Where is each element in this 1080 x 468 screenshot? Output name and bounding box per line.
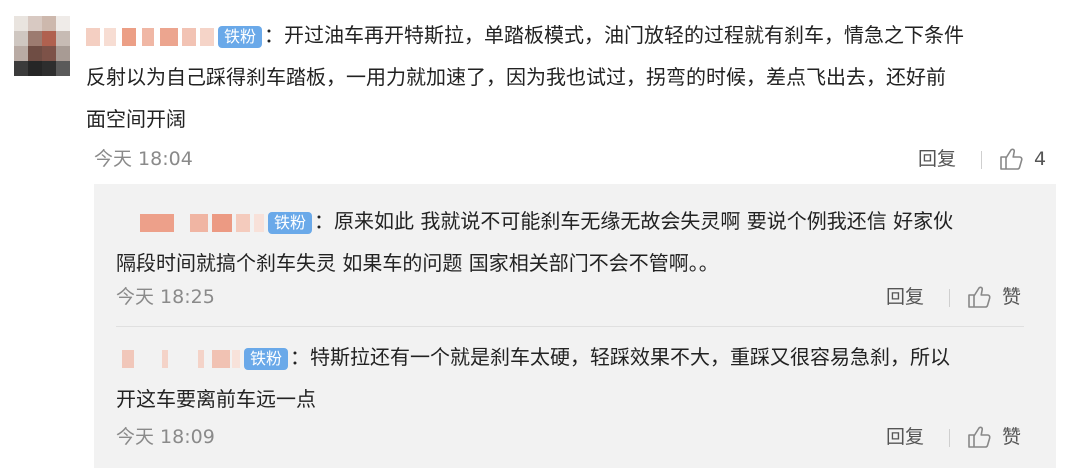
reply-meta: 今天 18:09 回复 赞 xyxy=(116,422,1036,452)
reply-meta: 今天 18:25 回复 赞 xyxy=(116,282,1036,312)
thumbs-up-icon[interactable] xyxy=(966,424,992,450)
reply-text: ：原来如此 我就说不可能刹车无缘无故会失灵啊 要说个例我还信 好家伙 xyxy=(314,209,954,233)
reply-item: 铁粉 ：原来如此 我就说不可能刹车无缘无故会失灵啊 要说个例我还信 好家伙 隔段时… xyxy=(116,200,1036,284)
fan-badge: 铁粉 xyxy=(244,347,289,370)
comment-line-2: 反射以为自己踩得刹车踏板，一用力就加速了，因为我也试过，拐弯的时候，差点飞出去，… xyxy=(86,65,946,89)
thumbs-up-icon[interactable] xyxy=(966,284,992,310)
reply-button[interactable]: 回复 xyxy=(918,144,956,174)
reply-separator xyxy=(116,326,1024,327)
username-blurred[interactable] xyxy=(116,349,240,368)
comment: 铁粉 ：开过油车再开特斯拉，单踏板模式，油门放轻的过程就有刹车，情急之下条件 反射… xyxy=(86,14,1056,140)
username-blurred[interactable] xyxy=(116,213,264,232)
divider xyxy=(949,429,950,447)
reply-time: 今天 18:09 xyxy=(116,426,215,448)
divider xyxy=(949,289,950,307)
reply-line-1: 铁粉 ：原来如此 我就说不可能刹车无缘无故会失灵啊 要说个例我还信 好家伙 xyxy=(116,200,1036,242)
like-count: 4 xyxy=(1034,148,1047,170)
divider xyxy=(981,151,982,169)
reply-line-2: 开这车要离前车远一点 xyxy=(116,387,316,411)
reply-time: 今天 18:25 xyxy=(116,286,215,308)
thumbs-up-icon[interactable] xyxy=(998,146,1024,172)
fan-badge: 铁粉 xyxy=(218,25,263,48)
reply-line-1: 铁粉 ：特斯拉还有一个就是刹车太硬，轻踩效果不大，重踩又很容易急刹，所以 xyxy=(116,336,1036,378)
reply-item: 铁粉 ：特斯拉还有一个就是刹车太硬，轻踩效果不大，重踩又很容易急刹，所以 开这车要… xyxy=(116,336,1036,420)
reply-button[interactable]: 回复 xyxy=(886,282,924,312)
avatar[interactable] xyxy=(14,16,70,76)
comment-meta: 今天 18:04 回复 4 xyxy=(94,144,1056,174)
comment-time: 今天 18:04 xyxy=(94,148,193,170)
reply-line-2: 隔段时间就搞个刹车失灵 如果车的问题 国家相关部门不会不管啊。。 xyxy=(116,251,719,275)
comment-line-1: 铁粉 ：开过油车再开特斯拉，单踏板模式，油门放轻的过程就有刹车，情急之下条件 xyxy=(86,14,1056,56)
like-button[interactable]: 赞 xyxy=(1002,422,1021,452)
comment-line-3: 面空间开阔 xyxy=(86,107,186,131)
username-blurred[interactable] xyxy=(86,27,214,46)
fan-badge: 铁粉 xyxy=(268,211,313,234)
like-button[interactable]: 赞 xyxy=(1002,282,1021,312)
reply-button[interactable]: 回复 xyxy=(886,422,924,452)
comment-text: ：开过油车再开特斯拉，单踏板模式，油门放轻的过程就有刹车，情急之下条件 xyxy=(264,23,965,47)
reply-text: ：特斯拉还有一个就是刹车太硬，轻踩效果不大，重踩又很容易急刹，所以 xyxy=(290,345,951,369)
replies-panel: 铁粉 ：原来如此 我就说不可能刹车无缘无故会失灵啊 要说个例我还信 好家伙 隔段时… xyxy=(94,184,1056,468)
